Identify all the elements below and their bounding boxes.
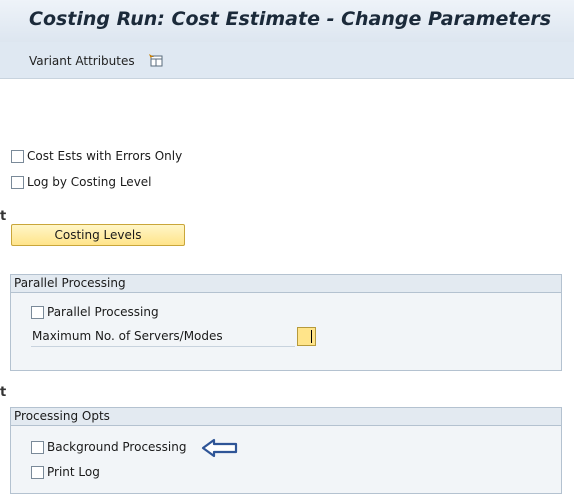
parallel-processing-option: Parallel Processing bbox=[31, 304, 159, 320]
left-arrow-icon bbox=[201, 438, 239, 458]
log-by-level-checkbox[interactable] bbox=[11, 175, 24, 189]
application-toolbar: Variant Attributes bbox=[0, 42, 574, 79]
background-processing-checkbox[interactable] bbox=[31, 440, 44, 454]
main-content: t t Cost Ests with Errors Only Log by Co… bbox=[0, 79, 574, 495]
log-by-level-option: Log by Costing Level bbox=[11, 174, 152, 190]
background-processing-label: Background Processing bbox=[47, 440, 187, 454]
parallel-processing-group: Parallel Processing Parallel Processing … bbox=[10, 274, 562, 371]
max-servers-label: Maximum No. of Servers/Modes bbox=[32, 329, 223, 343]
title-bar: Costing Run: Cost Estimate - Change Para… bbox=[0, 0, 574, 42]
errors-only-option: Cost Ests with Errors Only bbox=[11, 148, 182, 164]
page-title: Costing Run: Cost Estimate - Change Para… bbox=[29, 8, 552, 30]
print-log-label: Print Log bbox=[47, 465, 100, 479]
log-by-level-label: Log by Costing Level bbox=[27, 175, 152, 189]
parallel-processing-checkbox[interactable] bbox=[31, 305, 44, 319]
background-processing-option: Background Processing bbox=[31, 439, 186, 455]
processing-opts-header: Processing Opts bbox=[11, 408, 561, 426]
max-servers-input[interactable] bbox=[297, 327, 316, 346]
parallel-processing-label: Parallel Processing bbox=[47, 305, 159, 319]
costing-levels-button[interactable]: Costing Levels bbox=[11, 224, 185, 246]
field-divider bbox=[31, 346, 295, 347]
print-log-checkbox[interactable] bbox=[31, 465, 44, 479]
errors-only-checkbox[interactable] bbox=[11, 149, 24, 163]
truncated-text-edge: t bbox=[0, 386, 6, 400]
variant-attributes-icon[interactable] bbox=[148, 52, 164, 67]
print-log-option: Print Log bbox=[31, 464, 100, 480]
variant-attributes-button[interactable]: Variant Attributes bbox=[29, 54, 135, 68]
processing-opts-group: Processing Opts Background Processing Pr… bbox=[10, 407, 562, 494]
errors-only-label: Cost Ests with Errors Only bbox=[27, 149, 183, 163]
truncated-text-edge: t bbox=[0, 210, 6, 224]
text-cursor bbox=[311, 330, 312, 343]
parallel-processing-header: Parallel Processing bbox=[11, 275, 561, 293]
